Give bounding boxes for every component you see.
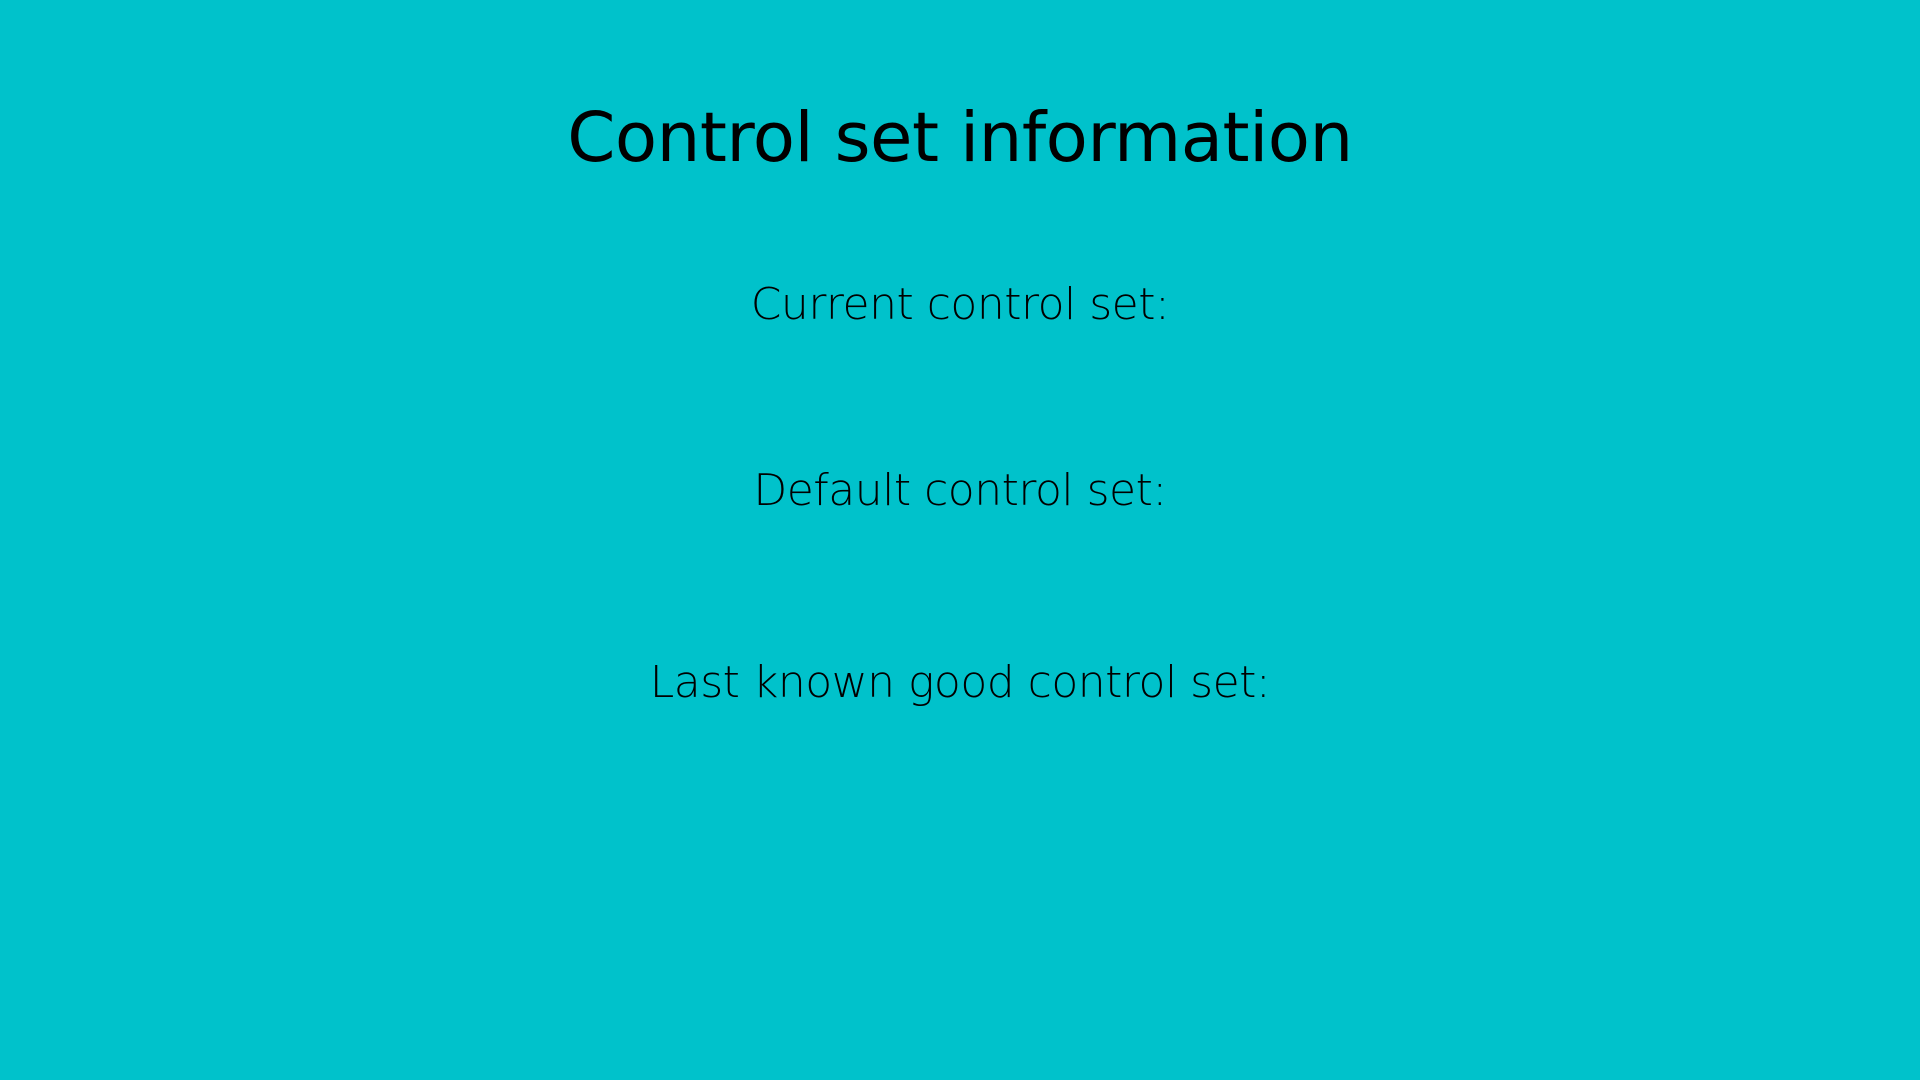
- default-control-set-label: Default control set:: [753, 465, 1167, 516]
- last-known-good-control-set-label: Last known good control set:: [649, 657, 1271, 708]
- slide: Control set information Current control …: [0, 0, 1920, 1080]
- current-control-set-label: Current control set:: [750, 279, 1170, 330]
- slide-title: Control set information: [567, 98, 1353, 178]
